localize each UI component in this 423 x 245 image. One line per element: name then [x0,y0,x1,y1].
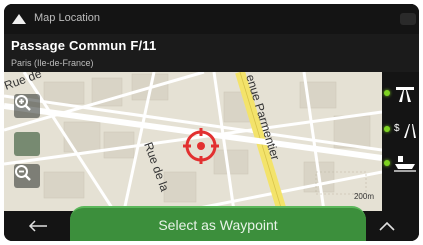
toll-road-status-dot [384,126,390,132]
map-scale: 200m [354,192,374,201]
toll-road-option[interactable]: $ [384,118,418,140]
select-as-waypoint-button[interactable]: Select as Waypoint [70,206,366,241]
zoom-in-icon [15,95,31,111]
ferry-status-dot [384,160,390,166]
screen: Map Location Passage Commun F/11 Paris (… [0,0,423,245]
device-frame: Map Location Passage Commun F/11 Paris (… [4,4,419,241]
back-button[interactable] [10,10,28,28]
top-bar: Map Location [4,4,419,34]
chevron-up-icon [379,221,395,231]
address-subtitle: Paris (Ile-de-France) [11,58,94,68]
highway-status-dot [384,90,390,96]
svg-text:$: $ [394,123,400,134]
address-panel: Passage Commun F/11 Paris (Ile-de-France… [4,34,419,72]
map-view[interactable]: Rue de enue Parmentier Rue de la 200m [4,72,382,211]
highway-option[interactable] [384,82,418,104]
select-as-waypoint-label: Select as Waypoint [158,216,278,233]
highway-icon [396,87,414,102]
page-title: Map Location [34,12,101,24]
zoom-out-icon [15,165,31,181]
zoom-out-button[interactable] [14,164,40,188]
arrow-left-icon [28,220,47,232]
address-title: Passage Commun F/11 [11,38,157,53]
triangle-up-icon [12,14,26,24]
toll-road-icon: $ [394,123,416,138]
map-canvas: Rue de enue Parmentier Rue de la [4,72,382,211]
status-indicator [400,13,416,25]
expand-button[interactable] [375,216,399,236]
ferry-icon [394,156,416,172]
ferry-option[interactable] [384,152,418,174]
map-scale-label: 200m [353,192,374,201]
map-tilt-button[interactable] [14,132,40,156]
route-options-sidebar: $ [382,72,419,211]
zoom-in-button[interactable] [14,94,40,118]
back-arrow-button[interactable] [26,216,50,236]
